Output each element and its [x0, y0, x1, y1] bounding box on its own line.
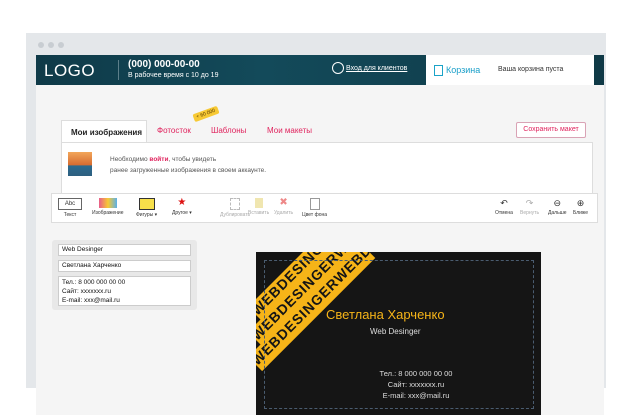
zoom-out-icon: ⊖: [553, 198, 561, 208]
tool-zoom-out[interactable]: ⊖ Дальше: [548, 198, 566, 216]
card-phone: Тел.: 8 000 000 00 00: [379, 369, 453, 378]
tool-delete[interactable]: ✖ Удалить: [274, 197, 294, 217]
tool-other[interactable]: ★ Другое ▾: [172, 197, 192, 217]
card-email: E-mail: xxx@mail.ru: [382, 391, 450, 400]
tool-shapes[interactable]: Фигуры ▾: [136, 198, 157, 218]
tool-paste[interactable]: Вставить: [248, 198, 269, 216]
cart[interactable]: Корзина Ваша корзина пуста: [426, 55, 594, 85]
window-dot: [38, 42, 44, 48]
tool-label: Отмена: [495, 210, 513, 216]
shapes-icon: [138, 198, 155, 210]
login-link[interactable]: Вход для клиентов: [332, 62, 408, 74]
tab-my-layouts[interactable]: Мои макеты: [267, 120, 312, 142]
zoom-in-icon: ⊕: [576, 198, 585, 208]
tool-label: Дальше: [548, 210, 567, 216]
window-dot: [48, 42, 54, 48]
text-fields-panel: Web Desinger Светлана Харченко Тел.: 8 0…: [52, 240, 197, 310]
tool-label: Вставить: [248, 210, 270, 216]
login-notice: Необходимо войти, чтобы увидеть ранее за…: [110, 154, 266, 176]
save-layout-button[interactable]: Сохранить макет: [516, 122, 586, 138]
contacts-line: Тел.: 8 000 000 00 00: [62, 279, 126, 286]
tool-bg-color[interactable]: Цвет фона: [302, 198, 327, 218]
tool-label: Изображение: [92, 210, 124, 216]
cart-status: Ваша корзина пуста: [498, 66, 564, 73]
notice-text: , чтобы увидеть: [168, 156, 217, 163]
redo-icon: ↷: [525, 198, 534, 208]
tool-undo[interactable]: ↶ Отмена: [495, 198, 513, 216]
site-header: LOGO (000) 000-00-00 В рабочее время с 1…: [36, 55, 604, 85]
images-panel: Необходимо войти, чтобы увидеть ранее за…: [61, 142, 593, 194]
cart-icon: [434, 65, 443, 76]
tab-photostock[interactable]: Фотосток: [157, 120, 191, 142]
tool-duplicate[interactable]: Дублировать: [220, 198, 250, 218]
tool-label: Удалить: [274, 210, 294, 216]
duplicate-icon: [230, 198, 241, 210]
business-card-canvas[interactable]: WEBDESINGERWEBDESINGER WEBDESINGERWEBDES…: [256, 252, 541, 415]
tool-image[interactable]: Изображение: [92, 198, 124, 216]
card-role[interactable]: Web Desinger: [370, 327, 421, 336]
card-name[interactable]: Светлана Харченко: [326, 307, 445, 322]
tab-templates[interactable]: Шаблоны: [211, 120, 246, 142]
color-swatch-icon: [309, 198, 320, 210]
card-contacts[interactable]: Тел.: 8 000 000 00 00 Сайт: xxxxxxx.ru E…: [356, 368, 476, 401]
tool-label: Вернуть: [520, 210, 540, 216]
tool-label: Другое: [172, 210, 188, 216]
tool-label: Дублировать: [220, 212, 251, 218]
notice-text: Необходимо: [110, 156, 150, 163]
cart-label: Корзина: [446, 65, 481, 75]
star-icon: ★: [177, 197, 187, 208]
notice-text: ранее загруженные изображения в своем ак…: [110, 167, 267, 174]
tool-label: Ближе: [573, 210, 589, 216]
tool-label: Цвет фона: [302, 212, 328, 218]
editor-tabs: Мои изображения Фотосток + 60 000 Шаблон…: [61, 105, 591, 143]
divider: [118, 60, 119, 80]
tool-label: Текст: [63, 212, 77, 218]
logo[interactable]: LOGO: [44, 61, 95, 81]
contacts-field[interactable]: Тел.: 8 000 000 00 00 Сайт: xxxxxxx.ru E…: [58, 276, 191, 306]
tab-my-images[interactable]: Мои изображения: [61, 120, 147, 143]
editor-toolbar: Abc Текст Изображение Фигуры ▾ ★ Другое …: [51, 193, 598, 223]
delete-icon: ✖: [279, 197, 288, 208]
window-dot: [58, 42, 64, 48]
undo-icon: ↶: [500, 198, 508, 208]
paste-icon: [254, 198, 263, 208]
avatar: [68, 152, 92, 176]
image-icon: [98, 198, 117, 208]
phone-number: (000) 000-00-00: [128, 59, 200, 70]
login-label: Вход для клиентов: [346, 65, 408, 72]
card-site: Сайт: xxxxxxx.ru: [387, 380, 445, 389]
working-hours: В рабочее время с 10 до 19: [128, 72, 219, 79]
tool-label: Фигуры: [136, 212, 154, 218]
contacts-line: E-mail: xxx@mail.ru: [62, 297, 120, 304]
tool-zoom-in[interactable]: ⊕ Ближе: [573, 198, 588, 216]
user-icon: [332, 62, 344, 74]
role-field[interactable]: Web Desinger: [58, 244, 191, 256]
name-field[interactable]: Светлана Харченко: [58, 260, 191, 272]
notice-login-link[interactable]: войти: [149, 156, 168, 163]
tab-label: Мои изображения: [71, 128, 142, 137]
contacts-line: Сайт: xxxxxxx.ru: [62, 288, 111, 295]
tool-text[interactable]: Abc Текст: [58, 198, 82, 218]
tool-redo[interactable]: ↷ Вернуть: [520, 198, 539, 216]
text-icon: Abc: [58, 198, 82, 210]
